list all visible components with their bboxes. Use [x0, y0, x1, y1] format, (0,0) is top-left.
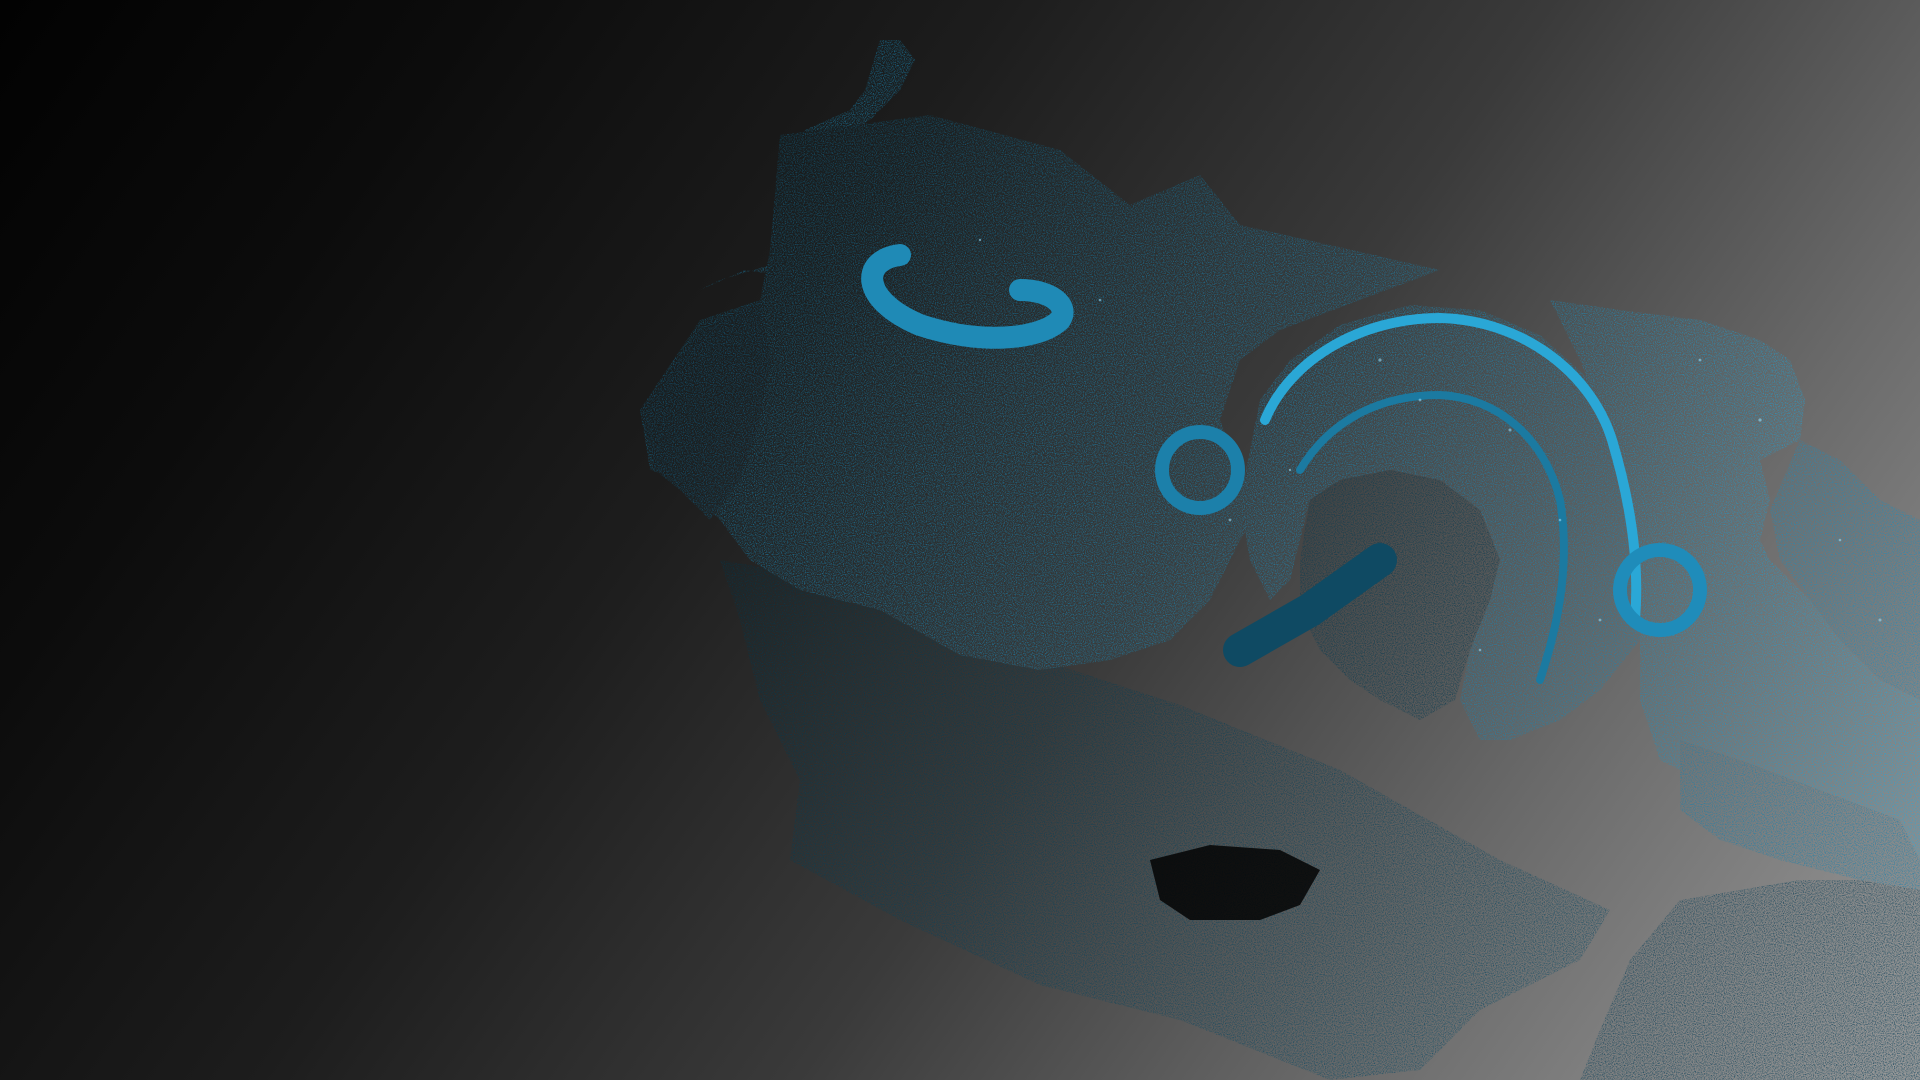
- point-cloud-viewport[interactable]: [0, 0, 1920, 1080]
- point-cloud-scan[interactable]: [0, 0, 1920, 1080]
- floor-patch-right: [1580, 880, 1920, 1080]
- scan-surface: [640, 40, 1920, 1080]
